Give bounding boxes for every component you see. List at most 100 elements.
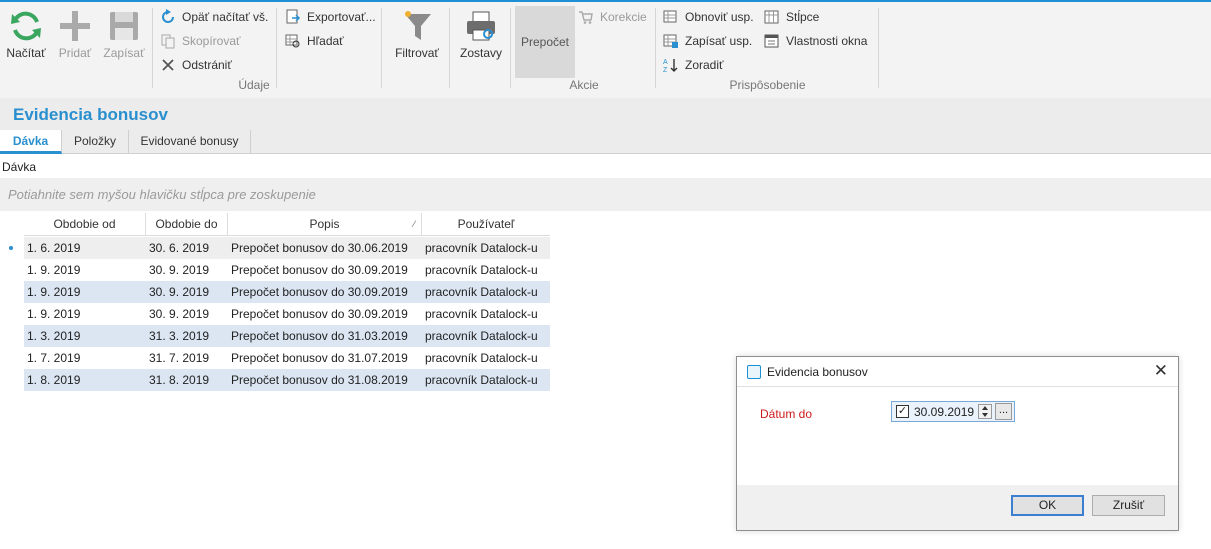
column-header-period-to[interactable]: Obdobie do bbox=[146, 213, 228, 236]
cell-period-to: 30. 6. 2019 bbox=[149, 241, 210, 255]
filter-button[interactable]: Filtrovať bbox=[390, 4, 444, 78]
table-row[interactable]: 1. 9. 2019 30. 9. 2019 Prepočet bonusov do… bbox=[24, 259, 550, 281]
refresh-label: Načítať bbox=[6, 46, 46, 60]
date-picker-button[interactable]: ... bbox=[995, 403, 1012, 420]
cell-description: Prepočet bonusov do 30.09.2019 bbox=[231, 285, 408, 299]
add-label: Pridať bbox=[58, 46, 92, 60]
column-header-period-from[interactable]: Obdobie od bbox=[24, 213, 146, 236]
columns-button[interactable]: Stĺpce bbox=[764, 7, 819, 27]
column-header-label: Obdobie od bbox=[53, 217, 116, 231]
corrections-button[interactable]: Korekcie bbox=[578, 7, 647, 27]
date-to-field[interactable]: ✓ 30.09.2019 ... bbox=[891, 401, 1015, 422]
reports-label: Zostavy bbox=[459, 46, 502, 60]
sort-az-icon: AZ bbox=[663, 59, 678, 73]
dialog-title: Evidencia bonusov bbox=[767, 365, 868, 379]
cell-user: pracovník Datalock-u bbox=[425, 329, 538, 343]
separator bbox=[449, 8, 450, 88]
group-by-panel[interactable]: Potiahnite sem myšou hlavičku stĺpca pre… bbox=[0, 178, 1211, 211]
tab-recorded-bonuses[interactable]: Evidované bonusy bbox=[129, 130, 251, 154]
recalculation-button[interactable]: Prepočet bbox=[515, 6, 575, 78]
cell-period-to: 31. 7. 2019 bbox=[149, 351, 210, 365]
separator bbox=[381, 8, 382, 88]
column-header-label: Používateľ bbox=[457, 217, 515, 231]
cell-user: pracovník Datalock-u bbox=[425, 263, 538, 277]
export-button[interactable]: Exportovať... bbox=[285, 7, 376, 27]
funnel-icon bbox=[405, 11, 431, 40]
save-button[interactable]: Zapísať bbox=[100, 4, 148, 78]
cell-period-from: 1. 9. 2019 bbox=[27, 285, 81, 299]
table-row[interactable]: 1. 3. 2019 31. 3. 2019 Prepočet bonusov do… bbox=[24, 325, 550, 347]
save-setup-button[interactable]: Zapísať usp. bbox=[663, 31, 752, 51]
table-row[interactable]: 1. 9. 2019 30. 9. 2019 Prepočet bonusov do… bbox=[24, 303, 550, 325]
window-properties-button[interactable]: Vlastnosti okna bbox=[764, 31, 867, 51]
table-row[interactable]: 1. 8. 2019 31. 8. 2019 Prepočet bonusov do… bbox=[24, 369, 550, 391]
cell-period-from: 1. 9. 2019 bbox=[27, 307, 81, 321]
svg-text:A: A bbox=[663, 59, 668, 66]
separator bbox=[152, 8, 153, 88]
find-button[interactable]: Hľadať bbox=[285, 31, 344, 51]
separator bbox=[655, 8, 656, 88]
reload-icon bbox=[162, 9, 174, 23]
copy-icon bbox=[161, 34, 175, 49]
copy-label: Skopírovať bbox=[182, 34, 241, 48]
current-row-indicator bbox=[9, 246, 13, 250]
export-icon bbox=[286, 9, 301, 24]
group-label-customize: Prispôsobenie bbox=[729, 78, 806, 92]
cell-period-from: 1. 8. 2019 bbox=[27, 373, 81, 387]
tab-bar: Dávka Položky Evidované bonusy bbox=[0, 130, 1211, 154]
filter-label: Filtrovať bbox=[395, 46, 439, 60]
table-row[interactable]: 1. 6. 2019 30. 6. 2019 Prepočet bonusov do… bbox=[24, 237, 550, 259]
reports-button[interactable]: Zostavy bbox=[456, 4, 506, 78]
cell-description: Prepočet bonusov do 30.06.2019 bbox=[231, 241, 408, 255]
cell-period-to: 31. 3. 2019 bbox=[149, 329, 210, 343]
plus-icon bbox=[60, 11, 90, 41]
floppy-disk-icon bbox=[110, 12, 138, 40]
delete-button[interactable]: Odstrániť bbox=[160, 55, 232, 75]
cell-period-from: 1. 3. 2019 bbox=[27, 329, 81, 343]
cell-user: pracovník Datalock-u bbox=[425, 307, 538, 321]
tab-batch[interactable]: Dávka bbox=[0, 130, 62, 154]
close-x-icon bbox=[162, 59, 174, 71]
column-header-description[interactable]: Popis ⁄ bbox=[228, 213, 422, 236]
date-dialog: Evidencia bonusov ✕ Dátum do ✓ 30.09.201… bbox=[736, 356, 1179, 531]
table-row[interactable]: 1. 9. 2019 30. 9. 2019 Prepočet bonusov do… bbox=[24, 281, 550, 303]
close-icon[interactable]: ✕ bbox=[1154, 361, 1168, 381]
cell-description: Prepočet bonusov do 31.03.2019 bbox=[231, 329, 408, 343]
window-properties-icon bbox=[764, 34, 779, 48]
date-to-value[interactable]: 30.09.2019 bbox=[914, 405, 974, 419]
sort-button[interactable]: AZ Zoradiť bbox=[663, 55, 724, 75]
page-header: Evidencia bonusov bbox=[0, 98, 1211, 130]
cell-period-to: 30. 9. 2019 bbox=[149, 307, 210, 321]
window-properties-label: Vlastnosti okna bbox=[786, 34, 868, 48]
page-title: Evidencia bonusov bbox=[13, 105, 168, 124]
separator bbox=[878, 8, 879, 88]
date-enabled-checkbox[interactable]: ✓ bbox=[896, 405, 909, 418]
cell-period-to: 30. 9. 2019 bbox=[149, 285, 210, 299]
table-row[interactable]: 1. 7. 2019 31. 7. 2019 Prepočet bonusov do… bbox=[24, 347, 550, 369]
cancel-button[interactable]: Zrušiť bbox=[1092, 495, 1165, 516]
copy-button[interactable]: Skopírovať bbox=[160, 31, 241, 51]
add-button[interactable]: Pridať bbox=[54, 4, 96, 78]
dialog-titlebar: Evidencia bonusov ✕ bbox=[737, 357, 1178, 387]
delete-label: Odstrániť bbox=[182, 58, 232, 72]
grid-refresh-icon bbox=[663, 10, 677, 23]
cart-icon bbox=[579, 11, 593, 24]
ok-button[interactable]: OK bbox=[1011, 495, 1084, 516]
cell-period-from: 1. 7. 2019 bbox=[27, 351, 81, 365]
group-label-data: Údaje bbox=[238, 78, 270, 92]
date-spinner[interactable] bbox=[978, 404, 992, 419]
section-label: Dávka bbox=[2, 160, 37, 174]
refresh-setup-label: Obnoviť usp. bbox=[685, 10, 754, 24]
separator bbox=[510, 8, 511, 88]
recalculation-label: Prepočet bbox=[520, 35, 570, 49]
refresh-button[interactable]: Načítať bbox=[4, 4, 48, 78]
column-header-label: Obdobie do bbox=[155, 217, 218, 231]
reload-all-button[interactable]: Opäť načítať vš. bbox=[160, 7, 268, 27]
svg-text:Z: Z bbox=[663, 67, 668, 73]
sort-indicator-icon: ⁄ bbox=[413, 219, 415, 229]
column-header-user[interactable]: Používateľ bbox=[422, 213, 550, 236]
tab-items[interactable]: Položky bbox=[62, 130, 129, 154]
cell-user: pracovník Datalock-u bbox=[425, 241, 538, 255]
refresh-setup-button[interactable]: Obnoviť usp. bbox=[663, 7, 754, 27]
date-to-label: Dátum do bbox=[760, 407, 813, 421]
